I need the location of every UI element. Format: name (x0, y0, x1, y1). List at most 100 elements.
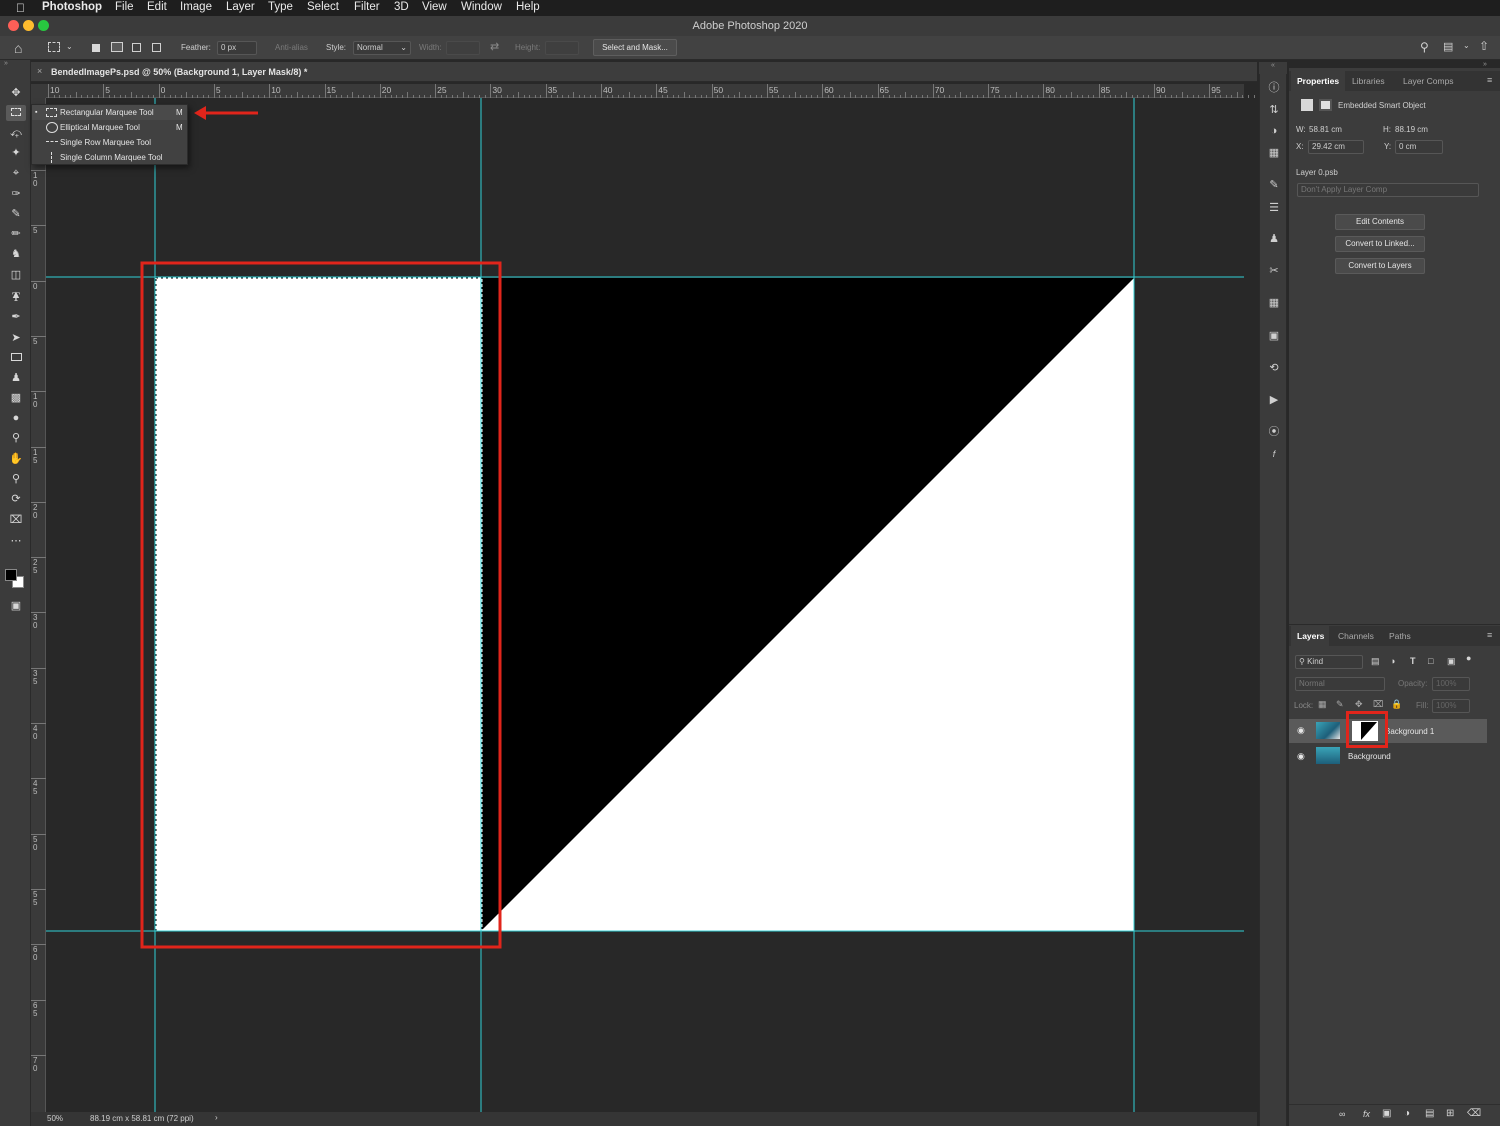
menu-filter[interactable]: Filter (354, 1, 380, 13)
menu-file[interactable]: File (115, 1, 134, 13)
lasso-tool-icon[interactable]: ⤽ (6, 125, 26, 141)
marquee-preset-icon[interactable] (48, 42, 60, 52)
new-adjustment-icon[interactable]: ◑ (1404, 1108, 1410, 1119)
intersect-selection-icon[interactable] (152, 43, 161, 52)
minimize-window-button[interactable] (23, 20, 34, 31)
chevron-down-icon[interactable]: ⌄ (1463, 41, 1470, 50)
lock-all-icon[interactable]: 🔒 (1391, 699, 1402, 710)
clone-source-icon[interactable]: ♟ (1266, 231, 1282, 247)
filter-type-icon[interactable]: T (1410, 656, 1416, 666)
info-icon[interactable]: ⓘ (1266, 80, 1282, 96)
layers-menu-icon[interactable]: ≡ (1487, 630, 1492, 640)
lock-transparent-icon[interactable]: ▦ (1318, 699, 1327, 710)
color-icon[interactable]: ◑ (1266, 123, 1282, 139)
text-glyph-icon[interactable]: T (6, 289, 26, 305)
visibility-eye-icon[interactable]: ◉ (1297, 725, 1305, 736)
foreground-color-swatch[interactable] (5, 569, 17, 581)
layer-row-background[interactable]: ◉ Background (1289, 744, 1487, 768)
adjustments-icon[interactable]: ☰ (1266, 200, 1282, 216)
magic-wand-icon[interactable]: ✦ (6, 145, 26, 161)
eraser-icon[interactable]: ◫ (6, 267, 26, 283)
zoom-level[interactable]: 50% (47, 1114, 63, 1123)
link-layers-icon[interactable]: ∞ (1339, 1109, 1345, 1119)
convert-to-layers-button[interactable]: Convert to Layers (1335, 258, 1425, 274)
height-input[interactable] (545, 41, 579, 55)
table-icon[interactable]: ▦ (1266, 295, 1282, 311)
swatches-icon[interactable]: ▦ (1266, 145, 1282, 161)
document-tab[interactable]: × BendedImagePs.psd @ 50% (Background 1,… (31, 62, 1257, 82)
fx-icon[interactable]: fx (1363, 1109, 1370, 1119)
menu-app-name[interactable]: Photoshop (42, 1, 102, 13)
workspace-icon[interactable]: ▤ (1443, 40, 1453, 53)
close-tab-icon[interactable]: × (37, 66, 42, 76)
eyedropper-icon[interactable]: ✑ (6, 186, 26, 202)
rotate-view-icon[interactable]: ⟳ (6, 491, 26, 507)
flyout-item-single-column-marquee[interactable]: Single Column Marquee Tool (32, 150, 187, 165)
menu-image[interactable]: Image (180, 1, 212, 13)
filter-toggle-icon[interactable]: ● (1466, 653, 1471, 663)
healing-brush-icon[interactable]: ✎ (6, 206, 26, 222)
flyout-item-elliptical-marquee[interactable]: Elliptical Marquee Tool M (32, 120, 187, 135)
close-window-button[interactable] (8, 20, 19, 31)
flyout-item-rectangular-marquee[interactable]: ▪ Rectangular Marquee Tool M (32, 105, 187, 120)
panel-collapse-icon[interactable]: » (1483, 61, 1487, 68)
new-group-icon[interactable]: ▤ (1425, 1108, 1434, 1119)
crop-tool-icon[interactable]: ⌖ (6, 165, 26, 181)
menu-window[interactable]: Window (461, 1, 502, 13)
blend-mode-select[interactable]: Normal (1295, 677, 1385, 691)
chevron-down-icon[interactable]: ⌄ (66, 42, 73, 51)
ruler-vertical[interactable]: 1 0 5 0 5 1 0 1 5 2 0 2 5 3 0 3 5 4 0 4 5 5 0 5 5 6 0 6… (31, 98, 46, 1112)
stamp-icon[interactable]: ♟ (6, 370, 26, 386)
convert-to-linked-button[interactable]: Convert to Linked... (1335, 236, 1425, 252)
tab-properties[interactable]: Properties (1297, 76, 1339, 86)
brushes-icon[interactable]: ✎ (1266, 177, 1282, 193)
menu-help[interactable]: Help (516, 1, 540, 13)
artboard-icon[interactable]: ⌧ (6, 512, 26, 528)
quick-mask-icon[interactable]: ▣ (6, 598, 26, 614)
canvas-area[interactable] (46, 98, 1244, 1112)
apple-icon[interactable]:  (16, 1, 25, 15)
new-layer-icon[interactable]: ⊞ (1446, 1108, 1454, 1119)
add-to-selection-icon[interactable] (111, 42, 123, 52)
menu-3d[interactable]: 3D (394, 1, 409, 13)
tab-channels[interactable]: Channels (1338, 631, 1374, 641)
home-icon[interactable]: ⌂ (14, 40, 22, 56)
lock-artboard-icon[interactable]: ⌧ (1373, 699, 1383, 710)
tab-paths[interactable]: Paths (1389, 631, 1411, 641)
tools-preset-icon[interactable]: ✂ (1266, 263, 1282, 279)
gradients-icon[interactable]: ▣ (1266, 328, 1282, 344)
filter-kind-select[interactable]: ⚲ Kind (1295, 655, 1363, 669)
dock-collapse-icon[interactable]: « (1259, 62, 1287, 74)
frame-tool-icon[interactable]: ▩ (6, 390, 26, 406)
trash-icon[interactable]: ⌫ (1467, 1108, 1481, 1119)
feather-input[interactable]: 0 px (217, 41, 257, 55)
tab-libraries[interactable]: Libraries (1352, 76, 1385, 86)
filter-adjustment-icon[interactable]: ◑ (1390, 656, 1395, 666)
menu-view[interactable]: View (422, 1, 447, 13)
select-and-mask-button[interactable]: Select and Mask... (593, 39, 677, 56)
move-tool-icon[interactable]: ✥ (6, 85, 26, 101)
layer-row-background-1[interactable]: ◉ Background 1 (1289, 719, 1487, 743)
document-canvas[interactable] (46, 98, 1244, 1112)
dodge-tool-icon[interactable]: ⚲ (6, 430, 26, 446)
width-input[interactable] (446, 41, 480, 55)
compass-icon[interactable]: ⦿ (1266, 424, 1282, 440)
tab-layer-comps[interactable]: Layer Comps (1403, 76, 1454, 86)
zoom-tool-icon[interactable]: ⚲ (6, 471, 26, 487)
rectangle-tool-icon[interactable] (6, 350, 26, 366)
menu-type[interactable]: Type (268, 1, 293, 13)
y-input[interactable]: 0 cm (1395, 140, 1443, 154)
tab-layers[interactable]: Layers (1297, 631, 1324, 641)
filter-pixel-icon[interactable]: ▤ (1371, 656, 1380, 667)
flyout-item-single-row-marquee[interactable]: Single Row Marquee Tool (32, 135, 187, 150)
menu-layer[interactable]: Layer (226, 1, 255, 13)
antialias-checkbox[interactable]: Anti-alias (275, 43, 308, 52)
swap-icon[interactable]: ⇄ (490, 40, 499, 53)
opacity-input[interactable]: 100% (1432, 677, 1470, 691)
path-selection-icon[interactable]: ➤ (6, 330, 26, 346)
layer-comp-select[interactable]: Don't Apply Layer Comp (1297, 183, 1479, 197)
add-mask-icon[interactable]: ▣ (1382, 1108, 1391, 1119)
x-input[interactable]: 29.42 cm (1308, 140, 1364, 154)
subtract-selection-icon[interactable] (132, 43, 141, 52)
collapse-icon[interactable]: » (4, 60, 8, 67)
